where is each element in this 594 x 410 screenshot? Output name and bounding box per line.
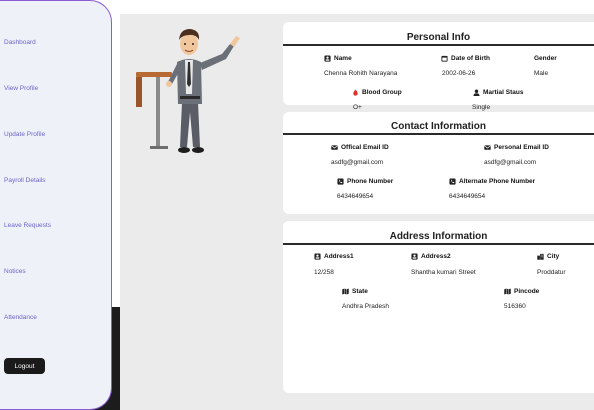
id-card-icon	[324, 55, 331, 62]
blood-drop-icon	[353, 89, 358, 96]
pincode-value: 516360	[504, 303, 526, 310]
pincode-label-group: Pincode	[504, 288, 539, 295]
address-info-title: Address Information	[389, 231, 488, 242]
name-value: Chenna Rohith Narayana	[324, 70, 398, 77]
state-label-group: State	[342, 288, 368, 295]
alt-phone-label-group: Alternate Phone Number	[449, 178, 535, 185]
phone-label-group: Phone Number	[337, 178, 393, 185]
address2-label-group: Address2	[411, 253, 451, 260]
sidebar-item-dashboard[interactable]: Dashboard	[4, 39, 36, 46]
phone-value: 6434649654	[337, 193, 374, 200]
address-card-icon	[314, 253, 321, 260]
marital-status-label-group: Martial Staus	[473, 89, 523, 96]
map-icon	[342, 288, 349, 295]
pincode-label: Pincode	[514, 288, 540, 295]
marital-status-value: Single	[472, 104, 491, 111]
address2-label: Address2	[421, 253, 451, 260]
gender-label: Gender	[534, 55, 557, 62]
address1-value: 12/258	[314, 269, 334, 276]
envelope-icon	[484, 145, 491, 150]
gender-label-group: Gender	[534, 55, 557, 62]
calendar-icon	[441, 55, 448, 62]
name-label-group: Name	[324, 55, 352, 62]
state-label: State	[352, 288, 368, 295]
blood-group-label-group: Blood Group	[352, 89, 402, 96]
logout-button[interactable]: Logout	[4, 358, 45, 374]
personal-info-title: Personal Info	[406, 32, 471, 43]
address1-label-group: Address1	[314, 253, 354, 260]
personal-info-card: Personal Info Name Chenna Rohith Narayan…	[283, 22, 594, 111]
map-icon	[504, 288, 511, 295]
personal-email-label: Personal Email ID	[494, 144, 549, 151]
profile-illustration	[136, 29, 240, 153]
address2-value: Shantha kumari Street	[411, 269, 476, 276]
personal-info-divider	[283, 44, 594, 46]
sidebar-item-leave-requests[interactable]: Leave Requests	[4, 222, 51, 229]
contact-info-title: Contact Information	[391, 121, 486, 132]
personal-email-value: asdfg@gmail.com	[484, 159, 537, 166]
phone-label: Phone Number	[347, 178, 394, 185]
contact-info-card: Contact Information Offical Email ID asd…	[283, 112, 594, 214]
sidebar-item-payroll-details[interactable]: Payroll Details	[4, 177, 46, 184]
phone-icon	[449, 178, 456, 185]
envelope-icon	[331, 145, 338, 150]
name-label: Name	[334, 55, 352, 62]
dob-value: 2002-06-26	[442, 70, 476, 77]
official-email-value: asdfg@gmail.com	[331, 159, 384, 166]
city-icon	[537, 253, 544, 260]
alt-phone-value: 6434649654	[449, 193, 486, 200]
dob-label-group: Date of Birth	[441, 55, 490, 62]
man-illustration	[166, 29, 240, 153]
personal-email-label-group: Personal Email ID	[484, 144, 549, 151]
sidebar-item-view-profile[interactable]: View Profile	[4, 85, 38, 92]
marital-status-label: Martial Staus	[483, 89, 524, 96]
city-value: Proddatur	[537, 269, 566, 276]
blood-group-label: Blood Group	[362, 89, 402, 96]
dob-label: Date of Birth	[451, 55, 490, 62]
official-email-label-group: Offical Email ID	[331, 144, 389, 151]
address1-label: Address1	[324, 253, 354, 260]
sidebar-item-notices[interactable]: Notices	[4, 268, 26, 275]
alt-phone-label: Alternate Phone Number	[459, 178, 536, 185]
official-email-label: Offical Email ID	[341, 144, 389, 151]
blood-group-value: O+	[353, 104, 362, 111]
sidebar-item-update-profile[interactable]: Update Profile	[4, 131, 45, 138]
phone-icon	[337, 178, 344, 185]
address-info-divider	[283, 243, 594, 245]
gender-value: Male	[534, 70, 549, 77]
city-label: City	[547, 253, 560, 260]
state-value: Andhra Pradesh	[342, 303, 389, 310]
city-label-group: City	[537, 253, 559, 260]
sidebar-item-attendance[interactable]: Attendance	[4, 314, 37, 321]
address-card-icon	[411, 253, 418, 260]
sidebar: Dashboard View Profile Update Profile Pa…	[0, 0, 112, 410]
address-info-card: Address Information Address1 12/258 Addr…	[283, 221, 594, 393]
user-icon	[473, 89, 480, 96]
contact-info-divider	[283, 133, 594, 135]
